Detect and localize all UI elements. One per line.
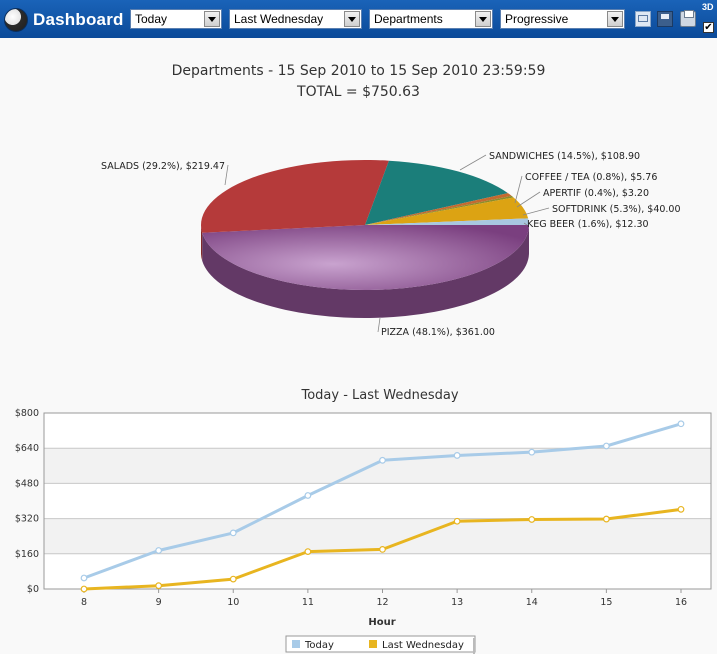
- three-d-label: 3D: [702, 2, 714, 12]
- legend-label-0[interactable]: Today: [304, 640, 334, 651]
- pie-label-4: APERTIF (0.4%), $3.20: [543, 188, 649, 199]
- x-tick-label-7: 15: [600, 597, 612, 608]
- series-0-point-0[interactable]: [80, 574, 88, 582]
- series-1-point-4[interactable]: [379, 545, 386, 553]
- pie-leader-line-2: [459, 154, 487, 171]
- y-tick-label-2: $320: [15, 514, 39, 525]
- x-tick-label-2: 10: [227, 597, 239, 608]
- pie-leader-line-0: [377, 317, 381, 333]
- pie-leader-line-3: [514, 175, 523, 204]
- chevron-down-icon[interactable]: [204, 11, 220, 27]
- series-1-point-5[interactable]: [453, 517, 461, 525]
- dashboard-logo[interactable]: Dashboard: [4, 8, 124, 32]
- y-tick-label-3: $480: [15, 478, 39, 489]
- y-tick-label-1: $160: [15, 549, 39, 560]
- save-icon[interactable]: [657, 11, 673, 27]
- series-0-point-3[interactable]: [304, 492, 312, 499]
- grid-band-0: [44, 553, 711, 589]
- series-0-point-2[interactable]: [229, 529, 237, 537]
- pie-label-6: KEG BEER (1.6%), $12.30: [527, 219, 649, 230]
- pie-label-2: SANDWICHES (14.5%), $108.90: [489, 151, 640, 162]
- x-tick-label-5: 13: [451, 597, 463, 608]
- pie-slice-1[interactable]: [201, 160, 389, 233]
- series-1-point-6[interactable]: [528, 516, 536, 523]
- series-1-point-3[interactable]: [304, 548, 312, 556]
- chevron-down-icon[interactable]: [475, 11, 491, 27]
- period-select[interactable]: Today: [130, 9, 222, 29]
- mode-select[interactable]: Progressive: [500, 9, 625, 29]
- pie-leader-line-4: [516, 191, 541, 208]
- chevron-down-icon[interactable]: [344, 11, 360, 27]
- pie-chart-title: Departments - 15 Sep 2010 to 15 Sep 2010…: [171, 63, 546, 79]
- series-0-point-4[interactable]: [379, 456, 386, 464]
- line-chart-legend: Today Last Wednesday: [285, 635, 476, 654]
- toolbar: Dashboard Today Last Wednesday Departmen…: [0, 0, 717, 38]
- pie-leader-line-5: [522, 207, 550, 216]
- compare-select[interactable]: Last Wednesday: [229, 9, 362, 29]
- series-1-point-8[interactable]: [677, 505, 685, 513]
- grid-band-3: [44, 448, 711, 484]
- legend-shadow: [473, 638, 475, 654]
- series-0-point-5[interactable]: [453, 452, 461, 459]
- print-icon[interactable]: [680, 10, 696, 27]
- legend-label-1[interactable]: Last Wednesday: [382, 640, 464, 651]
- series-1-point-2[interactable]: [229, 575, 237, 583]
- dashboard-globe-icon: [4, 8, 28, 32]
- x-tick-label-8: 16: [675, 597, 687, 608]
- grid-band-4: [44, 413, 711, 449]
- series-1-point-1[interactable]: [155, 582, 163, 590]
- email-icon[interactable]: [635, 11, 651, 27]
- pie-label-0: PIZZA (48.1%), $361.00: [381, 327, 495, 338]
- x-tick-label-3: 11: [302, 597, 314, 608]
- three-d-checkbox[interactable]: ✔: [703, 22, 714, 33]
- series-0-point-7[interactable]: [602, 442, 610, 450]
- y-tick-label-0: $0: [27, 584, 39, 595]
- x-tick-label-4: 12: [376, 597, 388, 608]
- y-tick-label-4: $640: [15, 443, 39, 454]
- x-tick-label-1: 9: [156, 597, 162, 608]
- series-0-point-8[interactable]: [677, 420, 685, 428]
- series-1-point-7[interactable]: [602, 515, 610, 523]
- pie-label-5: SOFTDRINK (5.3%), $40.00: [552, 204, 681, 215]
- chevron-down-icon[interactable]: [607, 11, 623, 27]
- pie-chart: PIZZA (48.1%), $361.00 SALADS (29.2%), $2…: [101, 151, 681, 338]
- pie-chart-total: TOTAL = $750.63: [297, 84, 420, 100]
- x-tick-label-6: 14: [526, 597, 538, 608]
- line-chart: Today - Last Wednesday $0 $160 $320 $480 $64…: [15, 388, 712, 654]
- dashboard-title: Dashboard: [33, 10, 124, 29]
- line-chart-xlabel: Hour: [368, 617, 395, 628]
- pie-label-1: SALADS (29.2%), $219.47: [101, 161, 225, 172]
- series-0-point-1[interactable]: [155, 547, 163, 554]
- line-chart-title: Today - Last Wednesday: [300, 388, 458, 403]
- series-0-point-6[interactable]: [528, 448, 536, 456]
- pie-leader-line-1: [224, 164, 229, 186]
- y-tick-label-5: $800: [15, 408, 39, 419]
- grid-band-2: [44, 483, 711, 519]
- legend-swatch-1: [369, 640, 377, 648]
- series-1-point-0[interactable]: [80, 585, 88, 593]
- legend-swatch-0: [292, 640, 300, 648]
- grouping-select[interactable]: Departments: [369, 9, 493, 29]
- x-tick-label-0: 8: [81, 597, 87, 608]
- pie-label-3: COFFEE / TEA (0.8%), $5.76: [525, 172, 657, 183]
